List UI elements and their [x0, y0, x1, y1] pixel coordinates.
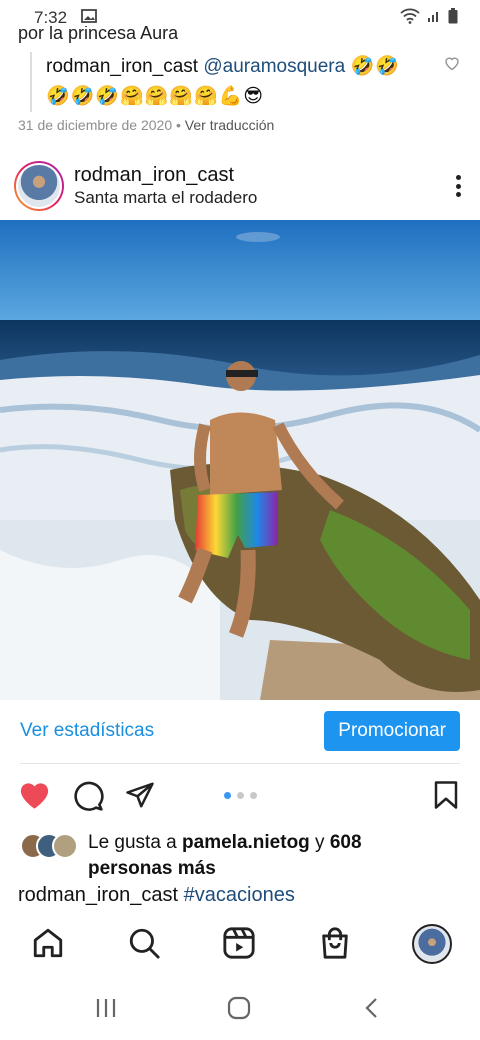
- caption-hashtag[interactable]: #vacaciones: [184, 884, 295, 906]
- promote-button[interactable]: Promocionar: [324, 711, 460, 751]
- comment-date: 31 de diciembre de 2020: [18, 117, 173, 133]
- shop-icon[interactable]: [318, 926, 352, 965]
- carousel-dot: [237, 792, 244, 799]
- reply-mention[interactable]: @auramosquera: [203, 56, 345, 77]
- more-options-icon[interactable]: [446, 171, 470, 201]
- profile-avatar[interactable]: [412, 924, 452, 964]
- post-photo[interactable]: [0, 220, 480, 700]
- back-icon[interactable]: [362, 996, 382, 1025]
- comment-icon[interactable]: [72, 780, 104, 817]
- signal-icon: [427, 8, 441, 28]
- bottom-tab-bar: [0, 922, 480, 968]
- liker-avatar: [52, 833, 78, 859]
- reply-emojis-line2: 🤣🤣🤣🤗🤗🤗🤗💪😎: [46, 86, 265, 107]
- reply-username[interactable]: rodman_iron_cast: [46, 56, 198, 77]
- carousel-dot-active: [224, 792, 231, 799]
- post-actions: [18, 780, 464, 816]
- status-time: 7:32: [34, 8, 68, 27]
- translate-link[interactable]: Ver traducción: [185, 117, 275, 133]
- bookmark-icon[interactable]: [432, 780, 460, 815]
- home-circle-icon[interactable]: [226, 996, 252, 1025]
- caption-username[interactable]: rodman_iron_cast: [18, 884, 178, 906]
- comment-reply: rodman_iron_cast @auramosquera 🤣🤣 🤣🤣🤣🤗🤗🤗…: [30, 52, 450, 112]
- battery-icon: [448, 7, 458, 29]
- likes-count: 608: [329, 832, 362, 853]
- reels-icon[interactable]: [222, 926, 256, 965]
- liker-username[interactable]: pamela.nietog: [182, 832, 310, 853]
- recents-icon[interactable]: [94, 996, 118, 1025]
- reply-emojis: 🤣🤣: [350, 56, 400, 77]
- carousel-dot: [250, 792, 257, 799]
- heart-outline-icon: [445, 57, 459, 71]
- post-header: rodman_iron_cast Santa marta el rodadero: [14, 158, 470, 214]
- heart-filled-icon[interactable]: [18, 780, 51, 815]
- post-caption: rodman_iron_cast #vacaciones: [18, 884, 295, 907]
- likes-text: Le gusta a pamela.nietog y 608 personas m…: [88, 832, 362, 879]
- post-location[interactable]: Santa marta el rodadero: [74, 187, 446, 209]
- meta-separator: •: [176, 117, 181, 133]
- avatar[interactable]: [14, 161, 64, 211]
- share-icon[interactable]: [124, 780, 156, 815]
- insights-row: Ver estadísticas Promocionar: [0, 706, 480, 756]
- liker-avatars: [20, 833, 78, 882]
- view-insights-link[interactable]: Ver estadísticas: [20, 720, 324, 742]
- likes-summary[interactable]: Le gusta a pamela.nietog y 608 personas m…: [20, 830, 460, 882]
- comment-meta: 31 de diciembre de 2020 • Ver traducción: [18, 117, 274, 133]
- home-icon[interactable]: [31, 926, 65, 965]
- comment-like-button[interactable]: [444, 56, 460, 76]
- previous-comment-text: por la princesa Aura: [18, 26, 179, 43]
- gallery-icon: [81, 8, 97, 28]
- post-username[interactable]: rodman_iron_cast: [74, 163, 446, 187]
- system-nav-bar: [0, 980, 480, 1040]
- divider: [20, 763, 460, 764]
- carousel-indicator: [224, 792, 257, 799]
- wifi-icon: [400, 8, 420, 29]
- search-icon[interactable]: [127, 926, 161, 965]
